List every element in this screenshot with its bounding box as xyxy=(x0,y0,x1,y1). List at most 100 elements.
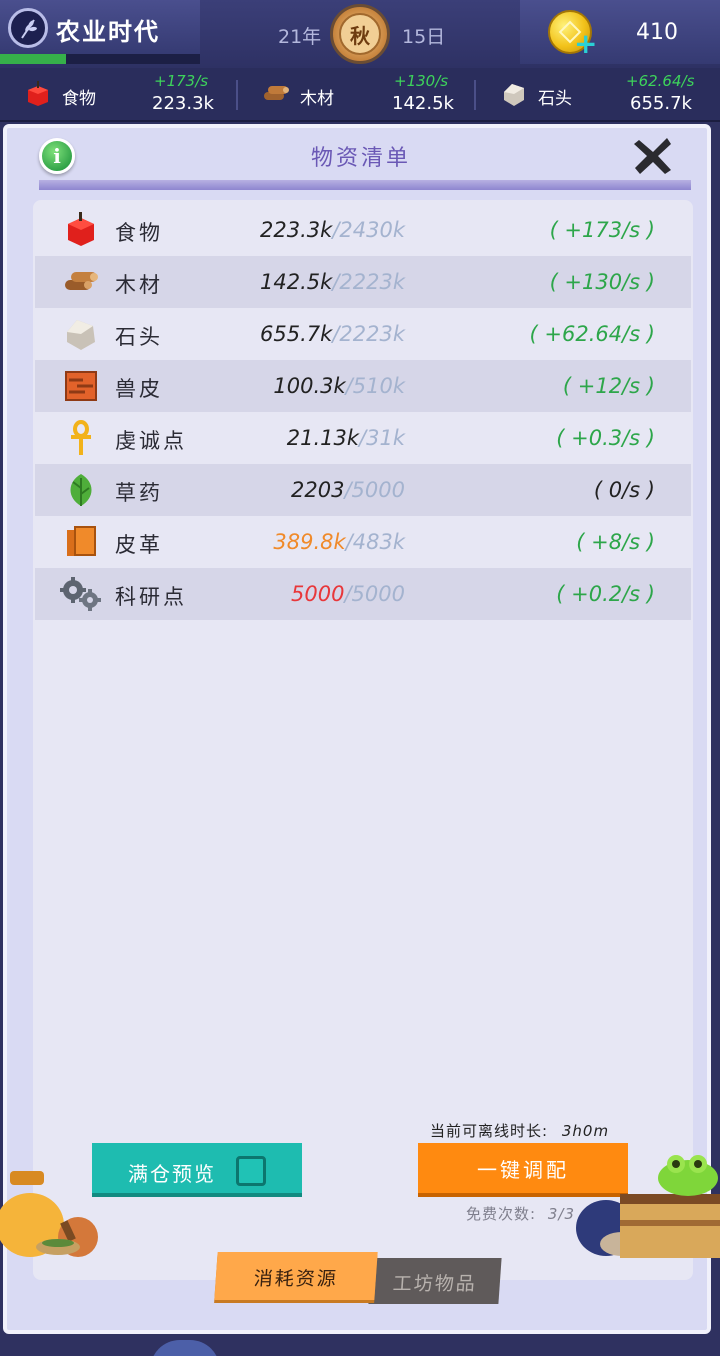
preview-checkbox[interactable] xyxy=(236,1156,266,1186)
resource-strip-food-value: 223.3k xyxy=(152,93,214,114)
resource-rate: ( +130/s ) xyxy=(549,270,655,294)
resource-capacity: /2223k xyxy=(332,322,405,346)
top-bar: 农业时代 21年 秋 15日 + 410 xyxy=(0,0,720,68)
offline-duration: 当前可离线时长: 3h0m xyxy=(430,1120,609,1141)
resource-row-stone[interactable]: 石头 655.7k/2223k ( +62.64/s ) xyxy=(35,308,691,360)
resource-capacity: /2430k xyxy=(332,218,405,242)
resource-name: 科研点 xyxy=(115,585,187,609)
stone-icon xyxy=(67,320,95,350)
resource-row-hide[interactable]: 兽皮 100.3k/510k ( +12/s ) xyxy=(35,360,691,412)
resource-strip-divider xyxy=(474,80,476,110)
resource-rate: ( +0.3/s ) xyxy=(556,426,655,450)
resource-strip-stone-label: 石头 xyxy=(538,89,572,109)
resource-capacity: /31k xyxy=(359,426,405,450)
sack-and-pot-illustration xyxy=(0,1171,98,1257)
resource-row-food[interactable]: 食物 223.3k/2430k ( +173/s ) xyxy=(35,204,691,256)
resource-strip-food-label: 食物 xyxy=(62,89,96,109)
stone-icon xyxy=(504,84,524,106)
season-badge[interactable]: 秋 xyxy=(330,4,390,64)
resource-name: 食物 xyxy=(115,221,163,245)
resource-amount: 21.13k/31k xyxy=(287,426,405,450)
resource-amount: 2203/5000 xyxy=(291,478,405,502)
resource-rate: ( +0.2/s ) xyxy=(556,582,655,606)
resource-current: 5000 xyxy=(291,582,345,606)
resource-row-research[interactable]: 科研点 5000/5000 ( +0.2/s ) xyxy=(35,568,691,620)
resource-capacity: /5000 xyxy=(344,582,405,606)
resource-strip-wood-rate: +130/s xyxy=(394,72,449,90)
resource-amount: 142.5k/2223k xyxy=(260,270,405,294)
add-coins-icon[interactable]: + xyxy=(574,30,598,58)
resource-row-leather[interactable]: 皮革 389.8k/483k ( +8/s ) xyxy=(35,516,691,568)
resource-strip-divider xyxy=(236,80,238,110)
era-box[interactable]: 农业时代 xyxy=(0,0,200,64)
season-label: 秋 xyxy=(339,13,381,55)
free-uses-label: 免费次数: xyxy=(466,1205,537,1223)
resource-name: 木材 xyxy=(115,273,163,297)
preview-label: 满仓预览 xyxy=(128,1162,216,1186)
ankh-icon xyxy=(71,420,91,455)
resource-capacity: /5000 xyxy=(344,478,405,502)
leaf-icon xyxy=(70,474,92,506)
resource-row-wood[interactable]: 木材 142.5k/2223k ( +130/s ) xyxy=(35,256,691,308)
resource-strip-food[interactable]: 食物 +173/s 223.3k xyxy=(24,68,224,122)
free-uses: 免费次数: 3/3 xyxy=(466,1203,575,1224)
wood-icon xyxy=(65,272,98,290)
resource-strip-food-rate: +173/s xyxy=(154,72,209,90)
era-progress-fill xyxy=(0,54,66,64)
resource-strip-wood-value: 142.5k xyxy=(392,93,454,114)
tab-workshop-items[interactable]: 工坊物品 xyxy=(368,1258,502,1304)
resource-amount: 223.3k/2430k xyxy=(260,218,405,242)
resource-rate: ( +62.64/s ) xyxy=(529,322,655,346)
resource-strip: 食物 +173/s 223.3k 木材 +130/s 142.5k 石头 +62… xyxy=(0,68,720,122)
resource-name: 草药 xyxy=(115,481,163,505)
resource-current: 223.3k xyxy=(260,218,333,242)
resource-rate: ( +173/s ) xyxy=(549,218,655,242)
panel-header-divider xyxy=(39,180,691,190)
resource-strip-wood[interactable]: 木材 +130/s 142.5k xyxy=(262,68,462,122)
resource-row-herb[interactable]: 草药 2203/5000 ( 0/s ) xyxy=(35,464,691,516)
app-root: 农业时代 21年 秋 15日 + 410 食物 +173/s 223.3k 木材… xyxy=(0,0,720,1356)
resource-rate: ( +8/s ) xyxy=(576,530,655,554)
resource-amount: 655.7k/2223k xyxy=(260,322,405,346)
resource-rate: ( 0/s ) xyxy=(593,478,655,502)
day-label: 15日 xyxy=(402,26,446,48)
resource-strip-wood-label: 木材 xyxy=(300,89,334,109)
resource-current: 142.5k xyxy=(260,270,333,294)
resource-current: 389.8k xyxy=(273,530,346,554)
resource-row-faith[interactable]: 虔诚点 21.13k/31k ( +0.3/s ) xyxy=(35,412,691,464)
bottom-nav-bar xyxy=(0,1334,720,1356)
resource-current: 21.13k xyxy=(286,426,360,450)
year-label: 21年 xyxy=(278,26,322,48)
resource-amount: 389.8k/483k xyxy=(273,530,405,554)
wood-icon xyxy=(264,86,289,100)
resource-name: 兽皮 xyxy=(115,377,163,401)
resource-strip-stone-rate: +62.64/s xyxy=(626,72,695,90)
resource-name: 虔诚点 xyxy=(115,429,187,453)
gears-icon xyxy=(60,577,101,611)
resource-current: 2203 xyxy=(291,478,345,502)
era-title: 农业时代 xyxy=(56,18,160,46)
panel-title: 物资清单 xyxy=(310,146,411,171)
hide-icon xyxy=(65,371,97,401)
wheat-icon xyxy=(8,8,48,48)
resource-capacity: /510k xyxy=(345,374,405,398)
resource-table: 食物 223.3k/2430k ( +173/s ) 木材 142.5k/222… xyxy=(33,200,693,1280)
resource-strip-stone[interactable]: 石头 +62.64/s 655.7k xyxy=(500,68,700,122)
frog-and-crate-illustration xyxy=(576,1155,720,1258)
leather-icon xyxy=(67,526,96,556)
tab-consumed-resources[interactable]: 消耗资源 xyxy=(214,1252,378,1300)
era-progress-bar xyxy=(0,54,200,64)
resource-amount: 100.3k/510k xyxy=(273,374,405,398)
resource-amount: 5000/5000 xyxy=(291,582,405,606)
offline-label: 当前可离线时长: xyxy=(430,1122,549,1140)
food-icon xyxy=(28,81,48,106)
close-icon[interactable] xyxy=(631,134,675,178)
resource-capacity: /483k xyxy=(345,530,405,554)
full-storage-preview-toggle[interactable]: 满仓预览 xyxy=(92,1143,302,1197)
resource-name: 皮革 xyxy=(115,533,163,557)
resource-current: 655.7k xyxy=(260,322,333,346)
food-icon xyxy=(68,212,94,246)
tab-workshop-items-label: 工坊物品 xyxy=(392,1273,478,1295)
tab-consumed-resources-label: 消耗资源 xyxy=(253,1268,339,1290)
coin-count: 410 xyxy=(636,20,678,45)
